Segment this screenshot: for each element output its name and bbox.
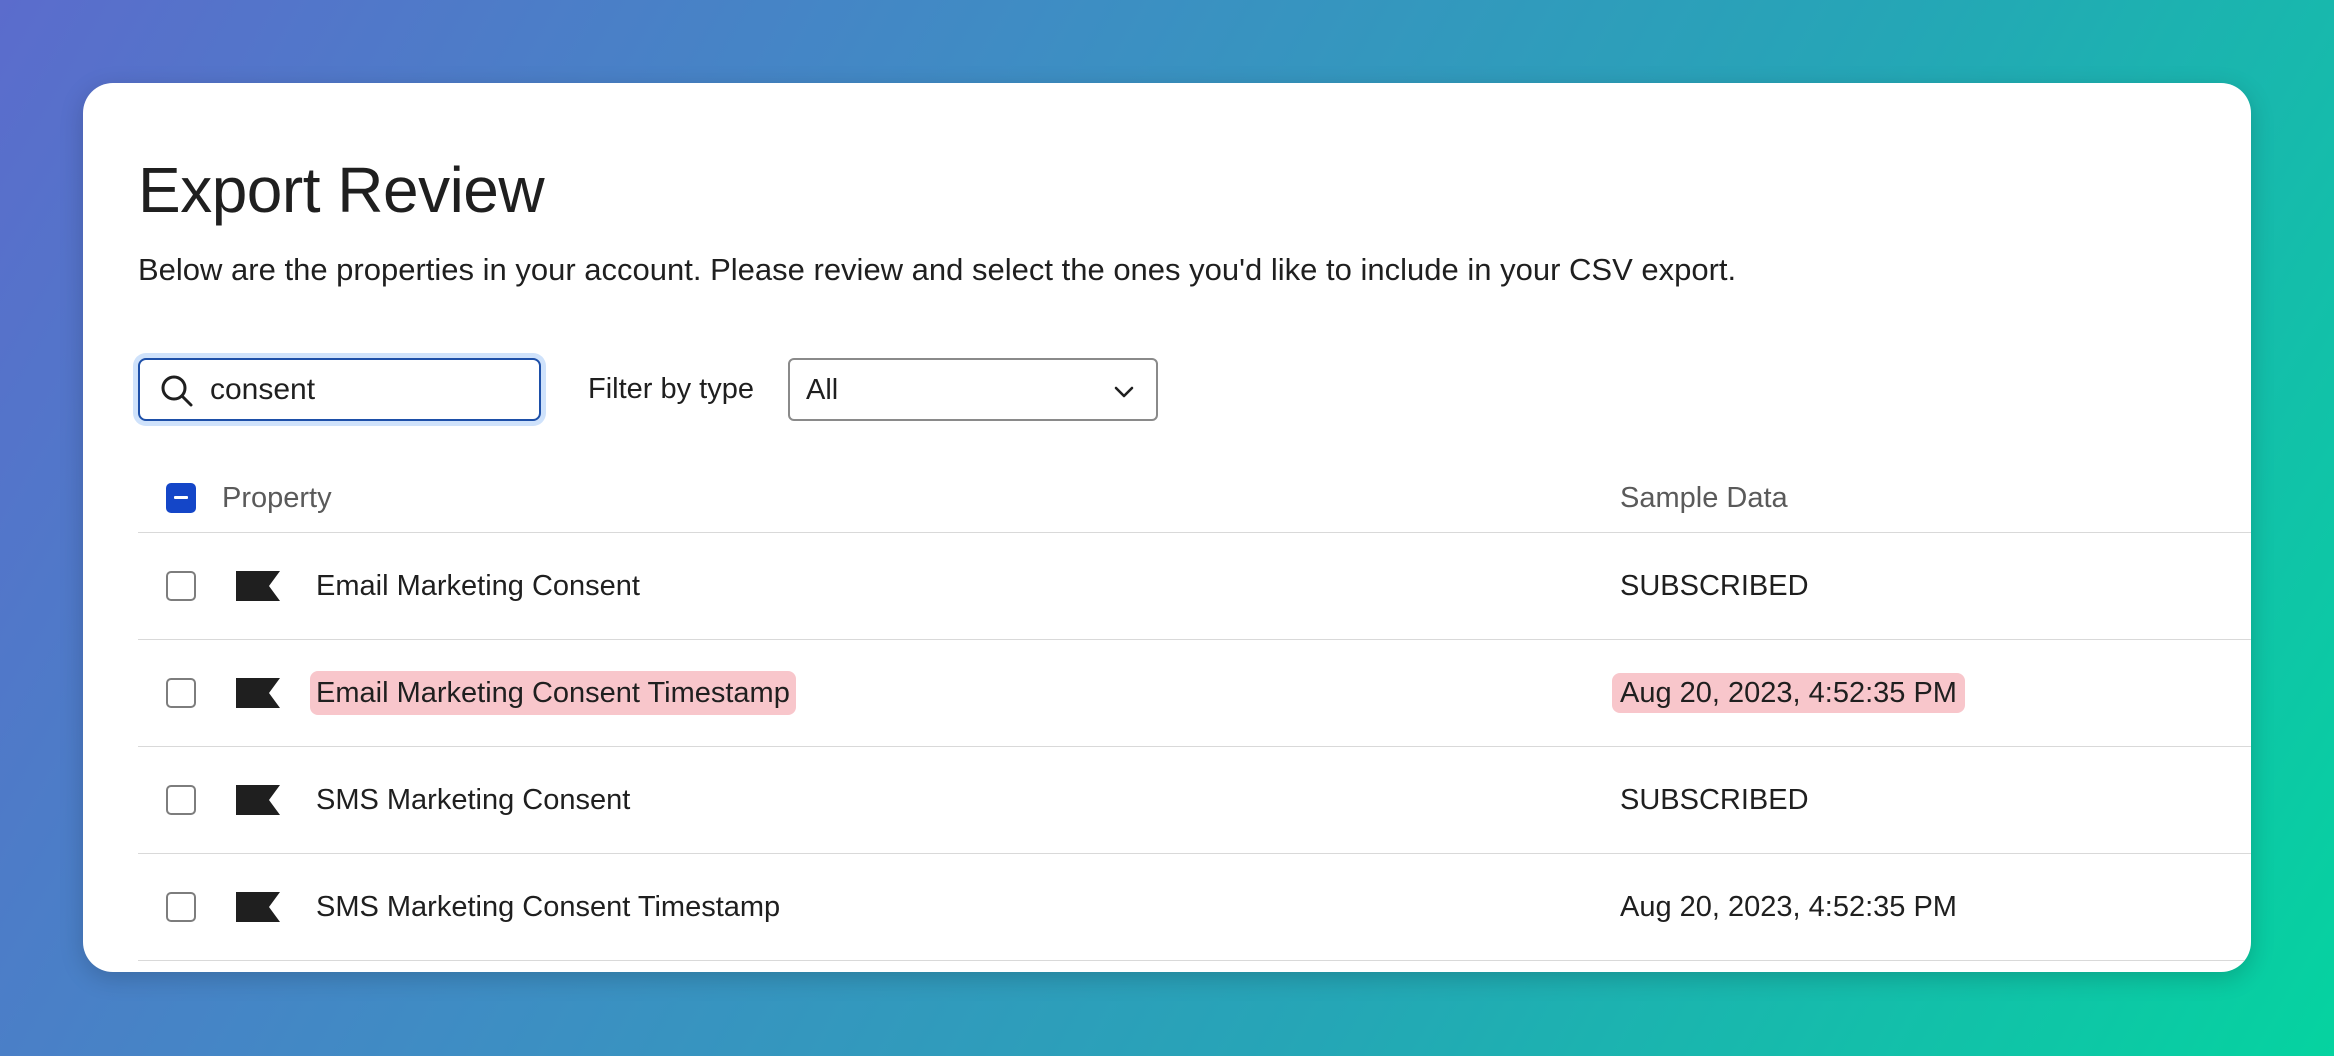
page-subtitle: Below are the properties in your account… — [138, 252, 1737, 287]
search-icon — [161, 375, 193, 407]
sample-data-value: SUBSCRIBED — [1620, 570, 1809, 602]
row-checkbox[interactable] — [166, 785, 196, 815]
property-name: Email Marketing Consent — [316, 570, 640, 602]
table-row[interactable]: Email Marketing Consent Timestamp Aug 20… — [138, 640, 2251, 747]
property-name: SMS Marketing Consent Timestamp — [316, 891, 781, 923]
sample-data-column-header[interactable]: Sample Data — [1620, 482, 1788, 515]
table-row[interactable]: Email Marketing Consent SUBSCRIBED — [138, 533, 2251, 640]
table-header-row: Property Sample Data — [138, 473, 2251, 533]
search-box[interactable] — [138, 358, 541, 421]
sample-data-value: Aug 20, 2023, 4:52:35 PM — [1612, 673, 1965, 713]
row-checkbox[interactable] — [166, 678, 196, 708]
select-all-checkbox[interactable] — [166, 483, 196, 513]
filter-type-select[interactable]: All — [788, 358, 1158, 421]
row-checkbox[interactable] — [166, 892, 196, 922]
flag-icon — [236, 678, 280, 708]
properties-table: Property Sample Data Email Marketing Con… — [138, 473, 2251, 961]
flag-icon — [236, 785, 280, 815]
sample-data-value: Aug 20, 2023, 4:52:35 PM — [1620, 891, 1957, 923]
flag-icon — [236, 571, 280, 601]
export-review-card: Export Review Below are the properties i… — [83, 83, 2251, 972]
property-column-header[interactable]: Property — [222, 482, 332, 515]
property-name: SMS Marketing Consent — [316, 784, 631, 816]
flag-icon — [236, 892, 280, 922]
search-input[interactable] — [210, 366, 530, 414]
table-row[interactable]: SMS Marketing Consent Timestamp Aug 20, … — [138, 854, 2251, 961]
filter-type-selected-value: All — [806, 374, 839, 406]
table-row[interactable]: SMS Marketing Consent SUBSCRIBED — [138, 747, 2251, 854]
page-title: Export Review — [138, 154, 545, 226]
chevron-down-icon — [1114, 386, 1134, 398]
property-name: Email Marketing Consent Timestamp — [310, 671, 796, 715]
filter-by-type-label: Filter by type — [588, 373, 754, 405]
sample-data-value: SUBSCRIBED — [1620, 784, 1809, 816]
row-checkbox[interactable] — [166, 571, 196, 601]
